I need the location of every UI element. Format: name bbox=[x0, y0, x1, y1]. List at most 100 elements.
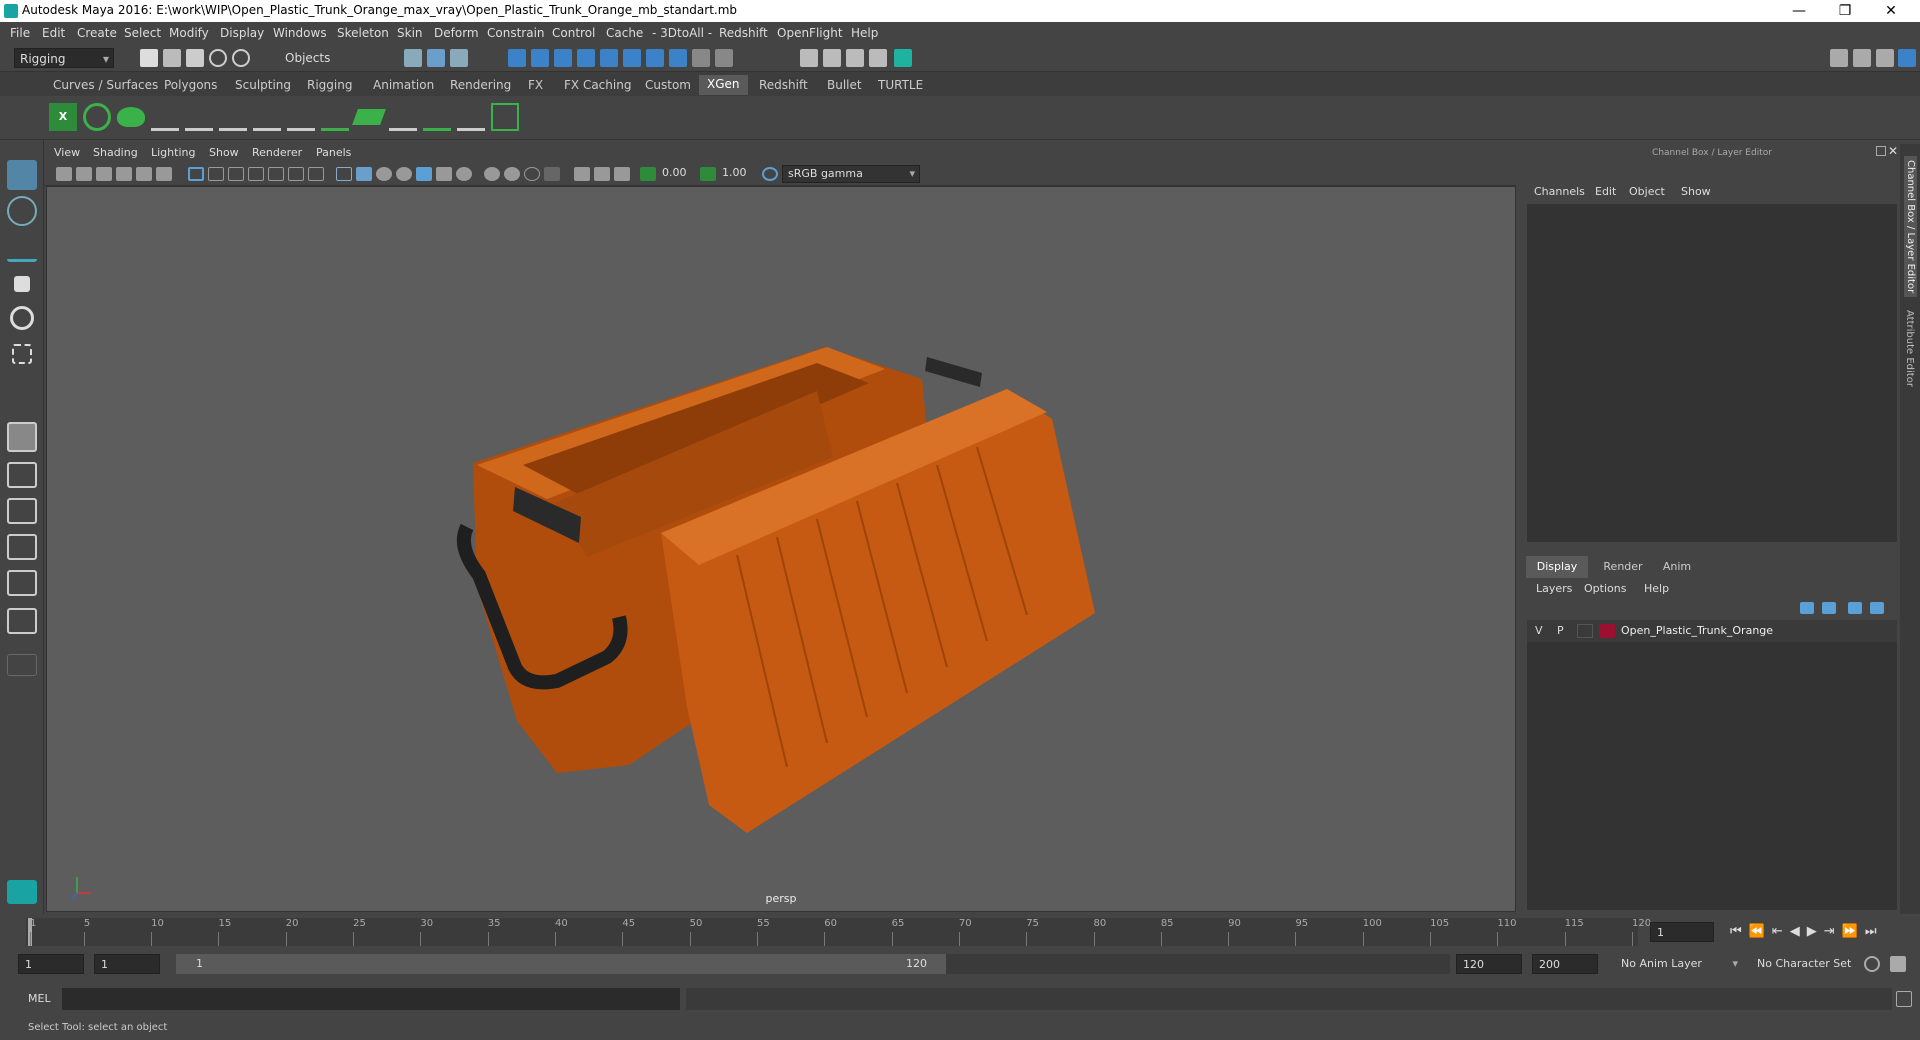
persp-outliner-layout-icon[interactable] bbox=[7, 498, 37, 524]
view-transform-dropdown[interactable]: sRGB gamma ▾ bbox=[782, 165, 920, 183]
tab-sculpting[interactable]: Sculpting bbox=[235, 78, 291, 92]
toggle-channel-box-icon[interactable] bbox=[1898, 49, 1916, 67]
close-button[interactable]: ✕ bbox=[1868, 0, 1914, 22]
float-panel-icon[interactable] bbox=[1876, 146, 1886, 156]
layer-tab-render[interactable]: Render bbox=[1598, 556, 1648, 578]
move-layer-down-icon[interactable] bbox=[1822, 602, 1836, 614]
menu-select[interactable]: Select bbox=[124, 26, 161, 40]
shadows-icon[interactable] bbox=[436, 167, 452, 181]
menu-deform[interactable]: Deform bbox=[434, 26, 479, 40]
exposure-icon[interactable] bbox=[640, 167, 656, 181]
vp-menu-renderer[interactable]: Renderer bbox=[252, 146, 302, 159]
cb-menu-show[interactable]: Show bbox=[1681, 185, 1711, 198]
snap-live-icon[interactable] bbox=[600, 49, 618, 67]
animation-preferences-icon[interactable] bbox=[1890, 956, 1906, 972]
tab-rendering[interactable]: Rendering bbox=[450, 78, 511, 92]
rotate-tool-icon[interactable] bbox=[10, 306, 34, 330]
snap-curve-icon[interactable] bbox=[531, 49, 549, 67]
textured-icon[interactable] bbox=[396, 167, 412, 181]
safe-title-icon[interactable] bbox=[308, 167, 324, 181]
save-scene-icon[interactable] bbox=[186, 49, 204, 67]
new-layer-icon[interactable] bbox=[1848, 602, 1862, 614]
step-back-key-icon[interactable]: ⏪ bbox=[1749, 924, 1772, 939]
snap-grid-icon[interactable] bbox=[508, 49, 526, 67]
layer-menu-layers[interactable]: Layers bbox=[1536, 582, 1572, 595]
menu-3dtoall[interactable]: - 3DtoAll - bbox=[652, 26, 712, 40]
tab-xgen[interactable]: XGen bbox=[699, 75, 748, 95]
xgen-export-icon[interactable] bbox=[491, 103, 519, 131]
animation-start-field[interactable]: 1 bbox=[18, 954, 84, 974]
xgen-lock-guides-icon[interactable] bbox=[287, 103, 315, 131]
vp-menu-view[interactable]: View bbox=[54, 146, 80, 159]
vp-menu-lighting[interactable]: Lighting bbox=[151, 146, 195, 159]
render-frame-icon[interactable] bbox=[823, 49, 841, 67]
more-layouts-icon[interactable] bbox=[7, 654, 37, 676]
gate-mask-icon[interactable] bbox=[248, 167, 264, 181]
wireframe-icon[interactable] bbox=[336, 167, 352, 181]
toggle-attribute-editor-icon[interactable] bbox=[1853, 49, 1871, 67]
camera-icon[interactable] bbox=[56, 167, 72, 181]
gamma-field[interactable]: 1.00 bbox=[718, 165, 754, 183]
persp-uv-layout-icon[interactable] bbox=[7, 608, 37, 634]
snap-surface-icon[interactable] bbox=[623, 49, 641, 67]
play-backward-icon[interactable]: ◀ bbox=[1790, 924, 1807, 939]
isolate-select-icon[interactable] bbox=[544, 167, 560, 181]
menuset-dropdown[interactable]: Rigging ▾ bbox=[14, 48, 114, 68]
menu-create[interactable]: Create bbox=[77, 26, 117, 40]
menu-control[interactable]: Control bbox=[552, 26, 595, 40]
layer-tab-display[interactable]: Display bbox=[1526, 556, 1588, 578]
menu-windows[interactable]: Windows bbox=[273, 26, 327, 40]
auto-key-icon[interactable] bbox=[1864, 956, 1880, 972]
vp-menu-shading[interactable]: Shading bbox=[93, 146, 138, 159]
script-editor-icon[interactable] bbox=[1896, 991, 1912, 1007]
ambient-occlusion-icon[interactable] bbox=[456, 167, 472, 181]
open-scene-icon[interactable] bbox=[163, 49, 181, 67]
character-set-dropdown[interactable]: No Character Set bbox=[1752, 954, 1864, 974]
range-slider[interactable]: 1 120 bbox=[176, 954, 946, 974]
xgen-editor-icon[interactable]: X bbox=[49, 103, 77, 131]
perspective-viewport[interactable]: persp bbox=[46, 186, 1516, 912]
lasso-tool-icon[interactable] bbox=[7, 196, 37, 226]
tab-bullet[interactable]: Bullet bbox=[827, 78, 862, 92]
hypershade-icon[interactable] bbox=[894, 49, 912, 67]
grease-pencil-icon[interactable] bbox=[156, 167, 172, 181]
xgen-preview-icon[interactable] bbox=[83, 103, 111, 131]
minimize-button[interactable]: — bbox=[1776, 0, 1822, 22]
xgen-length-guides-icon[interactable] bbox=[219, 103, 247, 131]
mel-label[interactable]: MEL bbox=[28, 992, 51, 1005]
motion-blur-icon[interactable] bbox=[484, 167, 500, 181]
layer-visibility-toggle[interactable]: V bbox=[1535, 624, 1543, 637]
history-icon[interactable] bbox=[715, 49, 733, 67]
tab-fx-caching[interactable]: FX Caching bbox=[564, 78, 631, 92]
layer-menu-options[interactable]: Options bbox=[1584, 582, 1626, 595]
xgen-add-guides-icon[interactable] bbox=[151, 103, 179, 131]
xgen-fur-icon[interactable] bbox=[423, 103, 451, 131]
xgen-grass-icon[interactable] bbox=[321, 103, 349, 131]
go-to-end-icon[interactable]: ⏭ bbox=[1865, 924, 1884, 939]
menu-file[interactable]: File bbox=[10, 26, 30, 40]
step-back-frame-icon[interactable]: ⇤ bbox=[1772, 924, 1790, 939]
time-slider[interactable]: 1 5 10 15 20 25 30 35 40 45 50 55 60 65 70 75 80 85 90 95 10… bbox=[0, 914, 1920, 950]
xray-components-icon[interactable] bbox=[614, 167, 630, 181]
channel-list[interactable] bbox=[1527, 204, 1897, 542]
snap-view-plane-icon[interactable] bbox=[577, 49, 595, 67]
xgen-create-description-icon[interactable] bbox=[117, 107, 145, 127]
smooth-shade-icon[interactable] bbox=[356, 167, 372, 181]
safe-action-icon[interactable] bbox=[288, 167, 304, 181]
persp-graph-layout-icon[interactable] bbox=[7, 534, 37, 560]
layer-row[interactable]: V P Open_Plastic_Trunk_Orange bbox=[1527, 620, 1897, 642]
layer-type-toggle[interactable] bbox=[1577, 624, 1593, 638]
paint-select-tool-icon[interactable] bbox=[7, 232, 37, 262]
xray-joints-icon[interactable] bbox=[594, 167, 610, 181]
camera-attributes-icon[interactable] bbox=[76, 167, 92, 181]
color-management-icon[interactable] bbox=[762, 167, 778, 181]
side-tab-attribute-editor[interactable]: Attribute Editor bbox=[1904, 310, 1915, 387]
current-frame-field[interactable]: 1 bbox=[1650, 922, 1714, 942]
cb-menu-object[interactable]: Object bbox=[1629, 185, 1665, 198]
menu-skeleton[interactable]: Skeleton bbox=[337, 26, 389, 40]
tab-redshift[interactable]: Redshift bbox=[759, 78, 808, 92]
use-all-lights-icon[interactable] bbox=[416, 167, 432, 181]
layer-tab-anim[interactable]: Anim bbox=[1652, 556, 1702, 578]
move-layer-up-icon[interactable] bbox=[1800, 602, 1814, 614]
menu-openflight[interactable]: OpenFlight bbox=[777, 26, 843, 40]
